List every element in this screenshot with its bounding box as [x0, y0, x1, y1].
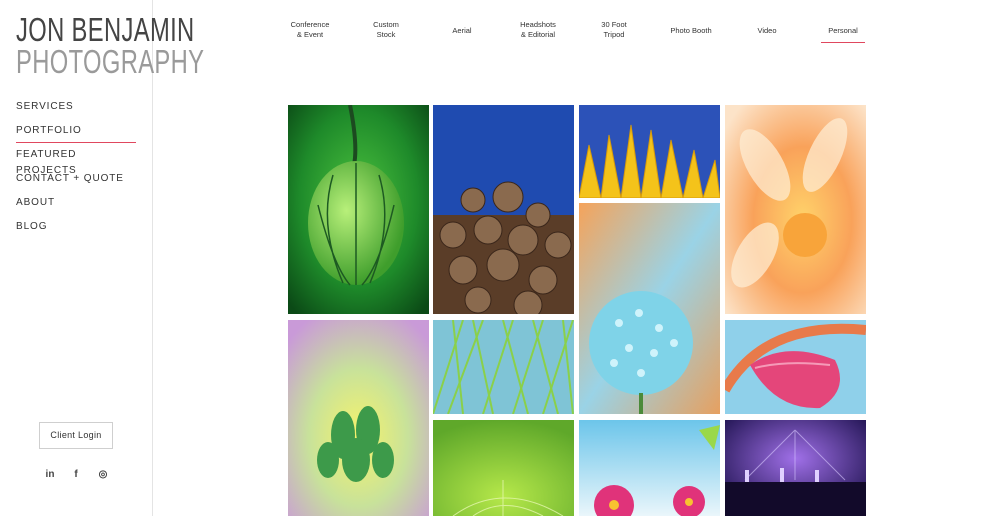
gallery-photo-yellow-petals[interactable]: [579, 105, 720, 198]
portfolio-category-tabs: Conference & Event Custom Stock Aerial Hea…: [0, 20, 1000, 50]
sidebar-item-featured-projects[interactable]: FEATURED PROJECTS: [16, 147, 136, 176]
tab-headshots-editorial[interactable]: Headshots & Editorial: [509, 20, 567, 40]
sidebar-item-services[interactable]: SERVICES: [16, 99, 136, 123]
tab-photo-booth[interactable]: Photo Booth: [662, 26, 720, 36]
gallery-photo-onion-buds-blue-sky[interactable]: [433, 105, 574, 314]
gallery-photo-green-grass-stems[interactable]: [433, 320, 574, 414]
tab-personal[interactable]: Personal: [821, 26, 865, 43]
gallery-photo-peach-dahlia[interactable]: [725, 105, 866, 314]
gallery-photo-green-succulent-bloom[interactable]: [288, 320, 429, 516]
gallery-photo-green-leaf-texture[interactable]: [433, 420, 574, 516]
tab-conference-event[interactable]: Conference & Event: [283, 20, 337, 40]
instagram-icon[interactable]: ◎: [96, 468, 110, 482]
sidebar-item-blog[interactable]: BLOG: [16, 219, 136, 243]
gallery-photo-pink-dahlias-sky[interactable]: [579, 420, 720, 516]
gallery-photo-green-lantern-pod[interactable]: [288, 105, 429, 314]
tab-aerial[interactable]: Aerial: [440, 26, 484, 36]
sidebar-nav: SERVICES PORTFOLIO FEATURED PROJECTS CON…: [16, 99, 136, 243]
gallery-photo-concert-stage[interactable]: [725, 420, 866, 516]
sidebar-item-contact-quote[interactable]: CONTACT + QUOTE: [16, 171, 136, 195]
gallery-photo-blue-allium[interactable]: [579, 203, 720, 414]
tab-custom-stock[interactable]: Custom Stock: [360, 20, 412, 40]
sidebar: JON BENJAMIN PHOTOGRAPHY SERVICES PORTFO…: [0, 0, 204, 516]
linkedin-icon[interactable]: in: [43, 468, 57, 482]
facebook-icon[interactable]: f: [69, 468, 83, 482]
tab-30-foot-tripod[interactable]: 30 Foot Tripod: [590, 20, 638, 40]
tab-video[interactable]: Video: [749, 26, 785, 36]
sidebar-item-about[interactable]: ABOUT: [16, 195, 136, 219]
client-login-button[interactable]: Client Login: [39, 422, 113, 449]
sidebar-item-portfolio[interactable]: PORTFOLIO: [16, 123, 136, 147]
logo-line-2: PHOTOGRAPHY: [16, 43, 205, 80]
gallery-photo-pink-petal[interactable]: [725, 320, 866, 414]
